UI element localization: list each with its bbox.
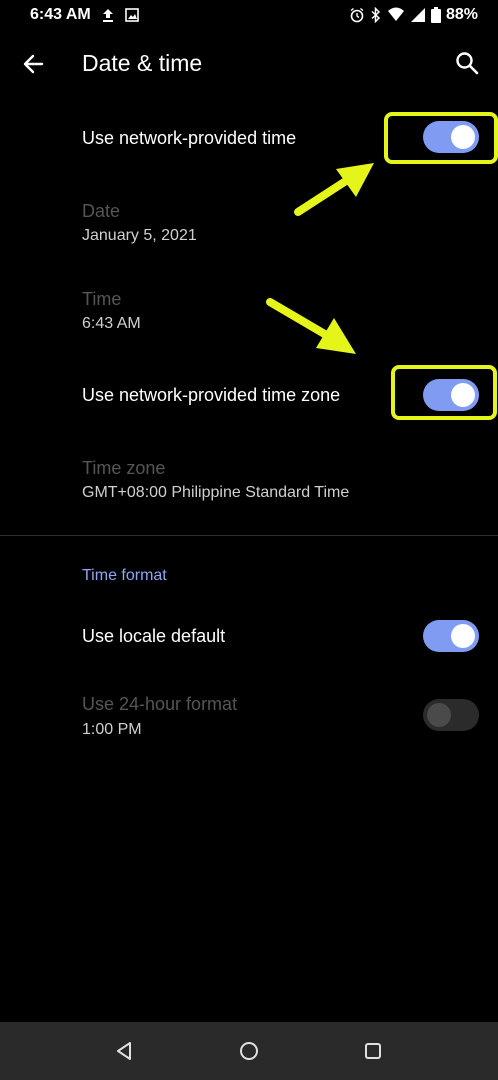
signal-icon	[410, 8, 425, 22]
search-icon[interactable]	[454, 50, 480, 76]
app-bar: Date & time	[0, 36, 498, 92]
battery-percent: 88%	[445, 6, 478, 23]
locale-default-row[interactable]: Use locale default	[0, 608, 498, 664]
battery-icon	[430, 7, 441, 23]
hour24-row: Use 24-hour format 1:00 PM	[0, 690, 498, 750]
toggle-thumb	[451, 624, 475, 648]
date-label: Date	[82, 201, 121, 221]
page-title: Date & time	[82, 50, 203, 76]
date-row: Date January 5, 2021	[0, 195, 498, 255]
network-time-label: Use network-provided time	[82, 128, 297, 148]
time-label: Time	[82, 289, 122, 309]
arrow-back-icon[interactable]	[20, 50, 48, 78]
back-triangle-icon[interactable]	[113, 1040, 135, 1062]
toggle-thumb	[427, 703, 451, 727]
hour24-toggle	[423, 699, 479, 731]
time-zone-value: GMT+08:00 Philippine Standard Time	[82, 484, 350, 501]
recents-square-icon[interactable]	[362, 1040, 384, 1062]
section-header-time-format: Time format	[82, 567, 167, 584]
alarm-icon	[350, 7, 364, 23]
time-row: Time 6:43 AM	[0, 283, 498, 343]
hour24-label: Use 24-hour format	[82, 694, 238, 714]
home-circle-icon[interactable]	[238, 1040, 260, 1062]
locale-default-label: Use locale default	[82, 626, 226, 646]
date-value: January 5, 2021	[82, 227, 197, 244]
status-right-icons: 88%	[349, 6, 478, 24]
navigation-bar	[0, 1022, 498, 1080]
time-zone-label: Time zone	[82, 458, 166, 478]
locale-default-toggle[interactable]	[423, 620, 479, 652]
section-divider	[0, 535, 498, 536]
annotation-arrow-down-right	[266, 298, 356, 354]
image-icon	[125, 8, 139, 22]
highlight-box-network-zone	[391, 365, 497, 420]
highlight-box-network-time	[384, 112, 498, 164]
status-left-icons	[100, 7, 140, 23]
status-time: 6:43 AM	[30, 6, 91, 23]
time-value: 6:43 AM	[82, 315, 141, 332]
status-bar: 6:43 AM 88%	[0, 0, 498, 32]
bluetooth-icon	[371, 7, 381, 23]
wifi-icon	[387, 7, 404, 21]
time-zone-row: Time zone GMT+08:00 Philippine Standard …	[0, 452, 498, 512]
network-zone-label: Use network-provided time zone	[82, 385, 341, 405]
upload-icon	[103, 9, 113, 22]
hour24-value: 1:00 PM	[82, 721, 142, 738]
